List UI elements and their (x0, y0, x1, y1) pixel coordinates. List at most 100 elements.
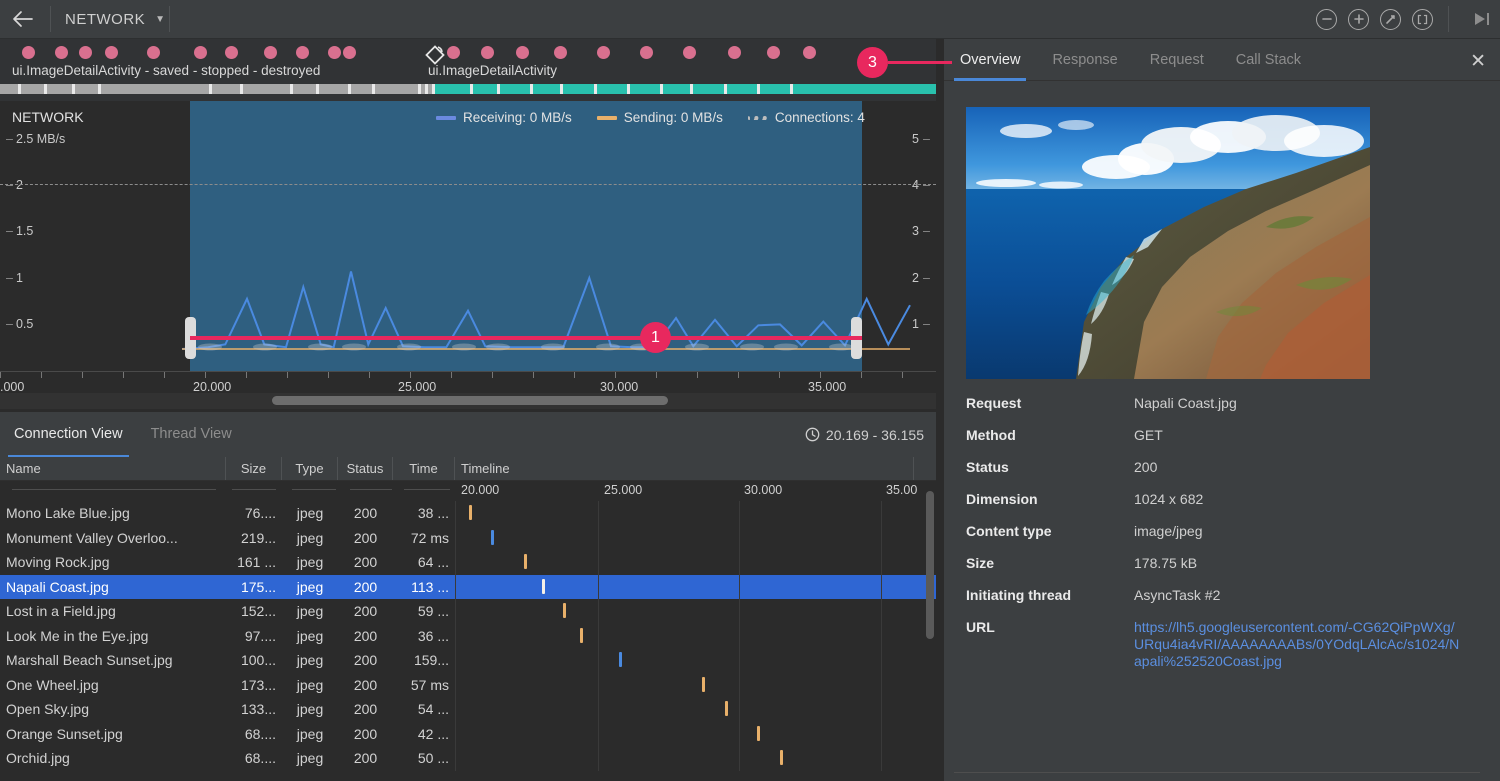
cell-name: One Wheel.jpg (6, 676, 99, 693)
reset-zoom-button[interactable] (1380, 8, 1401, 30)
event-dot[interactable] (597, 46, 610, 59)
event-dot[interactable] (554, 46, 567, 59)
table-row[interactable]: One Wheel.jpg 173... jpeg 200 57 ms (0, 672, 936, 697)
zoom-in-button[interactable] (1348, 8, 1369, 30)
event-dot[interactable] (481, 46, 494, 59)
event-dot[interactable] (55, 46, 68, 59)
timeline-gridline (455, 550, 456, 575)
lifecycle-notch (316, 84, 319, 94)
timeline-marker[interactable] (619, 652, 622, 667)
timeline-gridline (739, 721, 740, 746)
timeline-marker[interactable] (757, 725, 760, 741)
selection-line[interactable] (190, 336, 862, 340)
table-row[interactable]: Lost in a Field.jpg 152... jpeg 200 59 ... (0, 599, 936, 624)
table-row[interactable]: Orchid.jpg 68.... jpeg 200 50 ... (0, 746, 936, 771)
back-button[interactable] (0, 0, 46, 39)
table-row[interactable]: Marshall Beach Sunset.jpg 100... jpeg 200 15… (0, 648, 936, 673)
event-dot[interactable] (803, 46, 816, 59)
event-dot[interactable] (640, 46, 653, 59)
jump-to-end-icon[interactable] (1464, 11, 1492, 27)
axis-tick (82, 372, 83, 378)
event-dot[interactable] (264, 46, 277, 59)
table-vertical-scrollbar[interactable] (926, 491, 934, 639)
timeline-marker[interactable] (580, 627, 583, 643)
detail-field-value: GET (1134, 427, 1163, 443)
event-dot[interactable] (105, 46, 118, 59)
detail-fields: Request Napali Coast.jpg Method GET Status 20… (966, 395, 1500, 670)
process-selector[interactable]: NETWORK ▼ (55, 11, 165, 28)
table-row[interactable]: Look Me in the Eye.jpg 97.... jpeg 200 36 ..… (0, 623, 936, 648)
cell-type: jpeg (296, 578, 324, 595)
detail-field-value[interactable]: https://lh5.googleusercontent.com/-CG62Q… (1134, 619, 1464, 670)
lifecycle-notch (72, 84, 75, 94)
time-col-rule (404, 489, 450, 490)
event-dot[interactable] (79, 46, 92, 59)
timeline-marker[interactable] (780, 750, 783, 765)
event-dot[interactable] (296, 46, 309, 59)
event-dot[interactable] (328, 46, 341, 59)
timeline-gridline (881, 672, 882, 697)
event-dot[interactable] (683, 46, 696, 59)
timeline-gridline (455, 525, 456, 550)
detail-field-row: Status 200 (966, 459, 1500, 475)
event-dot[interactable] (343, 46, 356, 59)
column-header-name[interactable]: Name (0, 457, 226, 480)
event-dot[interactable] (767, 46, 780, 59)
detail-field-key: Size (966, 555, 995, 571)
table-row[interactable]: Moving Rock.jpg 161 ... jpeg 200 64 ... (0, 550, 936, 575)
connection-blip (774, 343, 798, 351)
timeline-marker[interactable] (542, 578, 545, 594)
column-header-timeline[interactable]: Timeline (455, 457, 914, 480)
lifecycle-notch (240, 84, 243, 94)
cell-time: 38 ... (417, 505, 449, 522)
toolbar-divider-3 (1448, 6, 1449, 32)
connection-blip (342, 343, 366, 351)
table-row[interactable]: Monument Valley Overloo... 219... jpeg 200 7… (0, 525, 936, 550)
event-timeline-row[interactable]: ui.ImageDetailActivity - saved - stopped… (0, 39, 936, 101)
timeline-marker[interactable] (469, 505, 472, 520)
tab-request[interactable]: Request (1134, 39, 1220, 81)
cell-type: jpeg (296, 505, 324, 522)
network-chart[interactable]: NETWORK Receiving: 0 MB/s Sending: 0 MB/… (0, 101, 936, 371)
cell-timeline (455, 672, 914, 697)
column-header-time[interactable]: Time (393, 457, 455, 480)
column-header-status[interactable]: Status (338, 457, 393, 480)
table-row[interactable]: Mono Lake Blue.jpg 76.... jpeg 200 38 ... (0, 501, 936, 526)
event-dot[interactable] (22, 46, 35, 59)
timeline-marker[interactable] (725, 701, 728, 716)
table-row[interactable]: Open Sky.jpg 133... jpeg 200 54 ... (0, 697, 936, 722)
column-header-size[interactable]: Size (226, 457, 282, 480)
event-dot[interactable] (147, 46, 160, 59)
connections-table[interactable]: Name Size Type Status Time Timeline 20.0… (0, 457, 936, 781)
axis-tick (861, 372, 862, 378)
event-dot[interactable] (447, 46, 460, 59)
close-icon[interactable]: ✕ (1470, 50, 1486, 73)
timeline-marker[interactable] (563, 603, 566, 618)
timeline-marker[interactable] (524, 554, 527, 569)
fit-to-screen-button[interactable] (1412, 8, 1433, 30)
cell-status: 200 (353, 725, 378, 742)
tab-response[interactable]: Response (1036, 39, 1133, 81)
timeline-ruler: 20.000 25.000 30.000 35.00 (0, 481, 936, 501)
horizontal-scrollbar-thumb[interactable] (272, 396, 668, 405)
table-row[interactable]: Orange Sunset.jpg 68.... jpeg 200 42 ... (0, 721, 936, 746)
timeline-gridline (739, 697, 740, 722)
cell-size: 100... (240, 652, 276, 669)
tab-thread-view[interactable]: Thread View (137, 412, 246, 457)
tab-call-stack[interactable]: Call Stack (1220, 39, 1317, 81)
tab-connection-view[interactable]: Connection View (0, 412, 137, 457)
connection-blip (740, 343, 764, 351)
event-dot[interactable] (728, 46, 741, 59)
table-row[interactable]: Napali Coast.jpg 175... jpeg 200 113 ... (0, 574, 936, 599)
event-dot[interactable] (194, 46, 207, 59)
event-dot[interactable] (516, 46, 529, 59)
timeline-marker[interactable] (491, 529, 494, 545)
lifecycle-notch (497, 84, 500, 94)
column-header-type[interactable]: Type (282, 457, 338, 480)
tab-overview[interactable]: Overview (944, 39, 1036, 81)
timeline-gridline (598, 746, 599, 771)
zoom-out-button[interactable] (1316, 8, 1337, 30)
timeline-gridline (598, 599, 599, 624)
timeline-marker[interactable] (702, 676, 705, 692)
event-dot[interactable] (225, 46, 238, 59)
